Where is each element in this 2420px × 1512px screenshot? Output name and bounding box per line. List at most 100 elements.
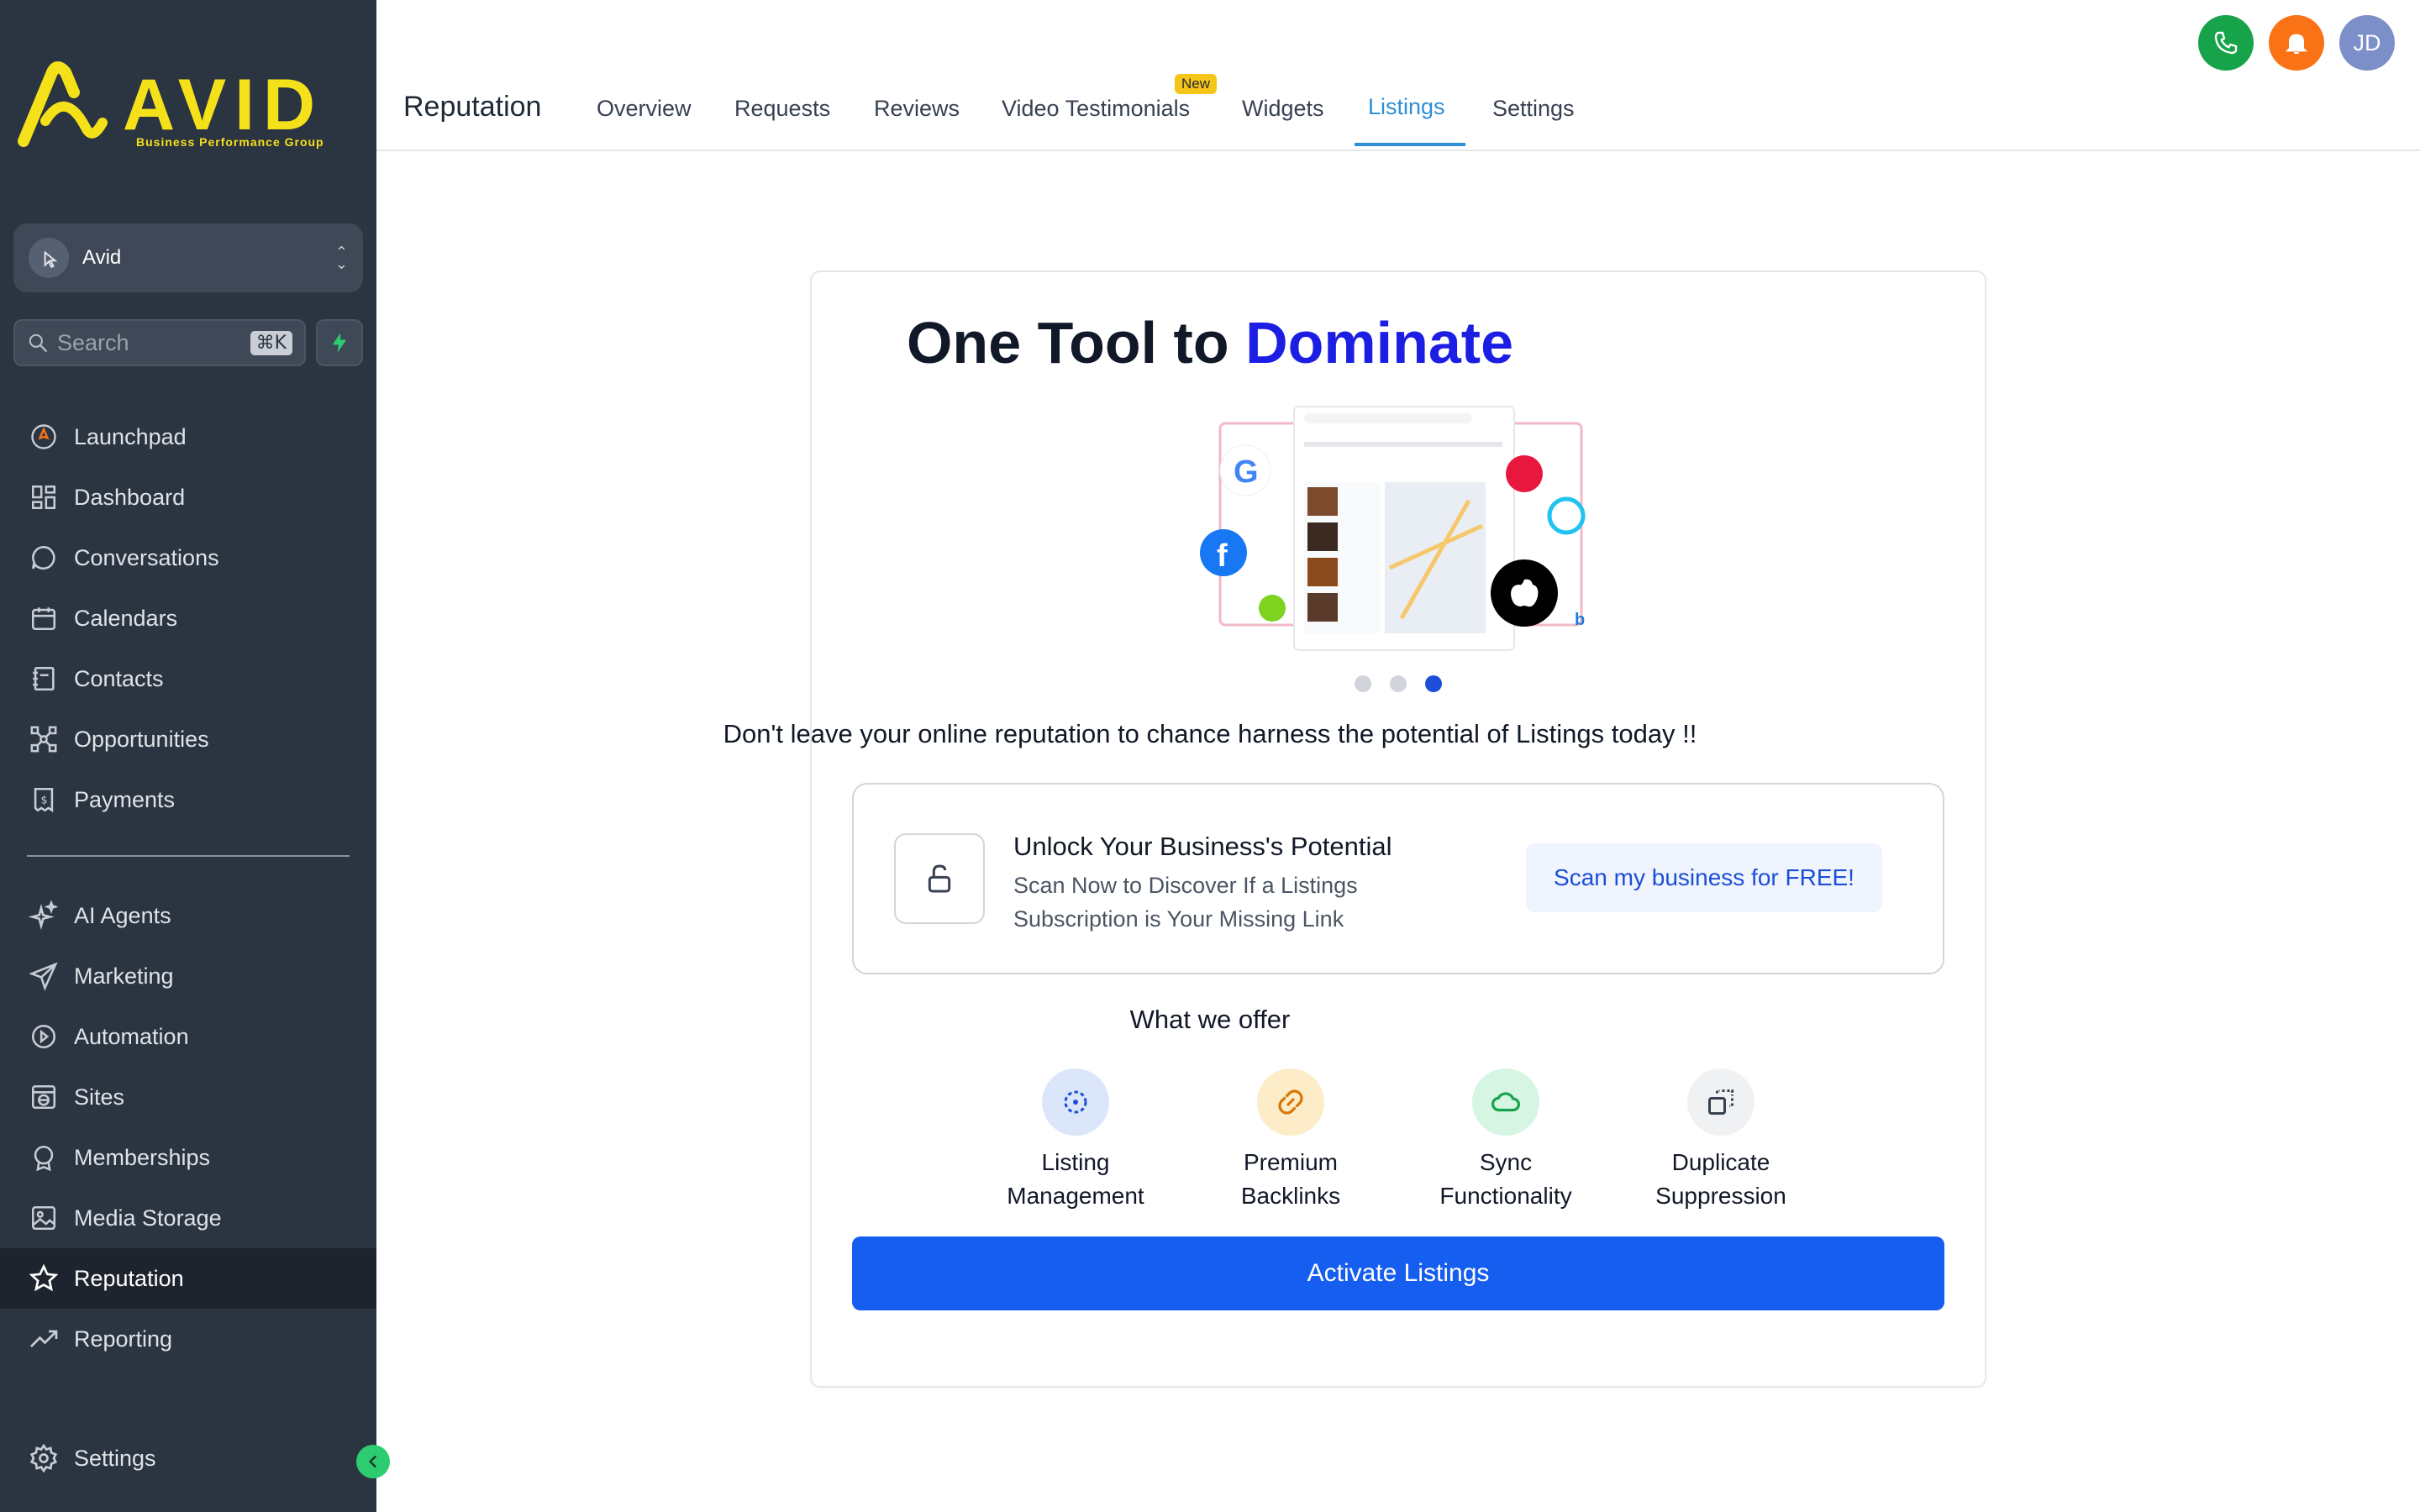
collapse-sidebar-button[interactable] (356, 1445, 390, 1478)
phone-button[interactable] (2198, 15, 2254, 71)
page-title: Reputation (403, 91, 542, 123)
sidebar-item-label: Reputation (74, 1265, 184, 1291)
active-tab-indicator (1355, 143, 1465, 146)
tab-overview[interactable]: Overview (597, 96, 692, 122)
activate-listings-button[interactable]: Activate Listings (852, 1236, 1944, 1310)
svg-text:$: $ (40, 794, 47, 806)
lock-tile (894, 833, 985, 924)
sidebar-item-dashboard[interactable]: Dashboard (0, 467, 376, 528)
feature-label: Listing Management (983, 1146, 1168, 1213)
location-avatar (29, 238, 69, 278)
svg-text:f: f (1217, 538, 1228, 574)
sidebar-item-conversations[interactable]: Conversations (0, 528, 376, 588)
cloud-icon (1472, 1068, 1539, 1136)
sidebar: AVID Business Performance Group Avid ⌃ ⌄ … (0, 0, 376, 1512)
trend-icon (27, 1322, 60, 1356)
sidebar-item-ai-agents[interactable]: AI Agents (0, 885, 376, 946)
feature-label-line2: Suppression (1655, 1183, 1786, 1209)
listings-illustration: G f b (1200, 406, 1586, 651)
feature-sync-functionality: Sync Functionality (1413, 1068, 1598, 1213)
chat-icon (27, 541, 60, 575)
phone-icon (2214, 31, 2238, 55)
scan-business-button[interactable]: Scan my business for FREE! (1526, 843, 1882, 912)
sidebar-item-marketing[interactable]: Marketing (0, 946, 376, 1006)
unlock-desc-line1: Scan Now to Discover If a Listings (1013, 873, 1358, 898)
scan-icon (1042, 1068, 1109, 1136)
grid-icon (27, 480, 60, 514)
svg-text:G: G (1234, 454, 1259, 490)
gear-icon (27, 1441, 60, 1475)
chevron-left-icon (368, 1455, 376, 1468)
sidebar-item-memberships[interactable]: Memberships (0, 1127, 376, 1188)
carousel-dot[interactable] (1390, 675, 1407, 692)
sidebar-item-launchpad[interactable]: Launchpad (0, 407, 376, 467)
unlock-icon (928, 864, 951, 893)
copy-icon (1687, 1068, 1754, 1136)
svg-text:AVID: AVID (123, 65, 324, 145)
bell-icon (2285, 34, 2308, 54)
hero-title: One Tool to Dominate (0, 309, 2420, 376)
sidebar-item-label: Media Storage (74, 1205, 222, 1231)
feature-premium-backlinks: Premium Backlinks (1198, 1068, 1383, 1213)
feature-label: Duplicate Suppression (1628, 1146, 1813, 1213)
globe-icon (27, 1080, 60, 1114)
cursor-click-icon (44, 250, 58, 269)
feature-label-line1: Listing (1041, 1149, 1110, 1175)
sidebar-item-reputation[interactable]: Reputation (0, 1248, 376, 1309)
sidebar-item-calendars[interactable]: Calendars (0, 588, 376, 648)
sidebar-item-reporting[interactable]: Reporting (0, 1309, 376, 1369)
tab-reviews[interactable]: Reviews (874, 96, 960, 122)
tab-listings[interactable]: Listings (1368, 94, 1445, 120)
avid-logo[interactable]: AVID Business Performance Group (15, 55, 360, 153)
chevron-updown-icon: ⌃ ⌄ (334, 244, 348, 272)
feature-label: Sync Functionality (1413, 1146, 1598, 1213)
sidebar-item-label: Dashboard (74, 484, 186, 510)
sidebar-item-label: Payments (74, 786, 176, 812)
invoice-icon: $ (27, 783, 60, 816)
sidebar-item-contacts[interactable]: Contacts (0, 648, 376, 709)
sidebar-item-label: Conversations (74, 544, 219, 570)
svg-text:Business Performance Group: Business Performance Group (136, 135, 324, 149)
send-icon (27, 959, 60, 993)
feature-label-line2: Functionality (1439, 1183, 1572, 1209)
hero-title-accent: Dominate (1245, 310, 1514, 375)
tab-widgets[interactable]: Widgets (1242, 96, 1324, 122)
sidebar-item-label: Memberships (74, 1144, 211, 1170)
location-switcher[interactable]: Avid ⌃ ⌄ (13, 223, 363, 292)
user-avatar[interactable]: JD (2339, 15, 2395, 71)
carousel-dot-active[interactable] (1425, 675, 1442, 692)
carousel-dot[interactable] (1355, 675, 1371, 692)
sidebar-item-sites[interactable]: Sites (0, 1067, 376, 1127)
sidebar-item-media-storage[interactable]: Media Storage (0, 1188, 376, 1248)
badge-icon (27, 1141, 60, 1174)
sidebar-item-label: Sites (74, 1084, 125, 1110)
rocket-icon (27, 420, 60, 454)
feature-label-line1: Sync (1479, 1149, 1533, 1175)
tab-video-testimonials[interactable]: Video Testimonials (1002, 96, 1190, 122)
sidebar-item-settings[interactable]: Settings (0, 1428, 376, 1488)
feature-duplicate-suppression: Duplicate Suppression (1628, 1068, 1813, 1213)
tab-requests[interactable]: Requests (734, 96, 830, 122)
tab-settings[interactable]: Settings (1492, 96, 1575, 122)
sidebar-item-label: Calendars (74, 605, 178, 631)
sidebar-item-label: Settings (74, 1445, 156, 1471)
notifications-button[interactable] (2269, 15, 2324, 71)
sidebar-item-payments[interactable]: $ Payments (0, 769, 376, 830)
calendar-icon (27, 601, 60, 635)
feature-label-line2: Management (1007, 1183, 1144, 1209)
new-badge: New (1175, 74, 1218, 94)
link-icon (1257, 1068, 1324, 1136)
unlock-desc-line2: Subscription is Your Missing Link (1013, 906, 1344, 932)
feature-label-line2: Backlinks (1240, 1183, 1341, 1209)
image-icon (27, 1201, 60, 1235)
feature-label-line1: Duplicate (1671, 1149, 1770, 1175)
unlock-potential-panel: Unlock Your Business's Potential Scan No… (852, 783, 1944, 974)
top-header: Reputation Overview Requests Reviews Vid… (376, 0, 2420, 151)
sidebar-item-label: Marketing (74, 963, 174, 989)
feature-listing-management: Listing Management (983, 1068, 1168, 1213)
unlock-description: Scan Now to Discover If a Listings Subsc… (1013, 869, 1484, 936)
offer-title: What we offer (1129, 1005, 1291, 1034)
sidebar-item-label: Contacts (74, 665, 164, 691)
sidebar-item-label: Launchpad (74, 423, 187, 449)
feature-label-line1: Premium (1243, 1149, 1338, 1175)
